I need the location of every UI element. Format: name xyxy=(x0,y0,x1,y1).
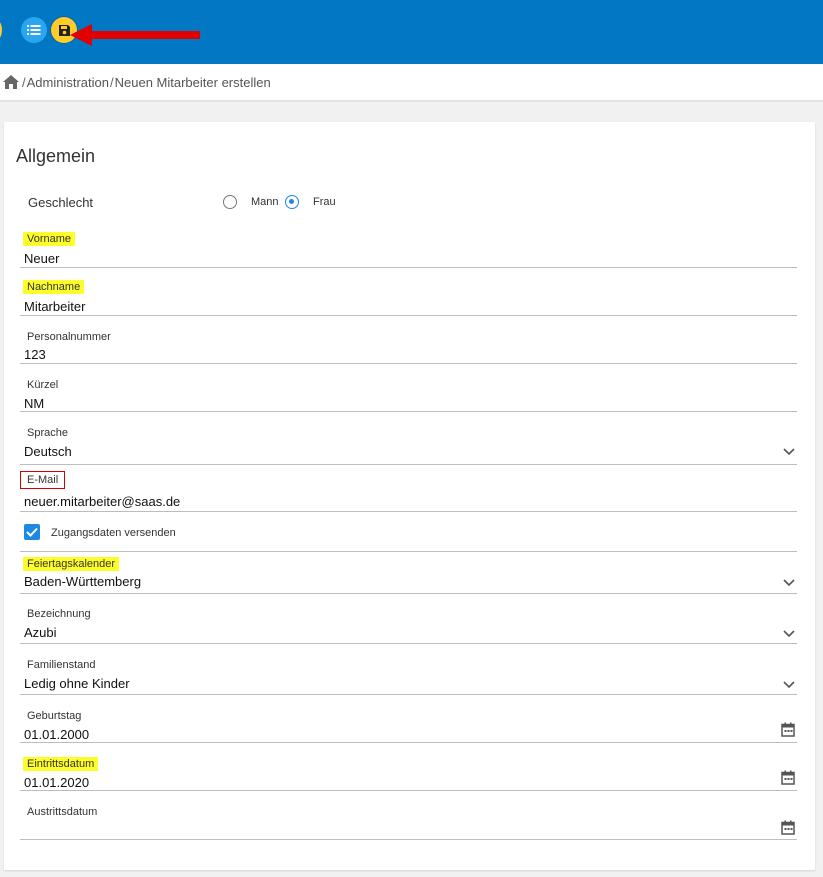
employee-form-card: Allgemein Geschlecht Mann Frau Vorname N… xyxy=(4,122,815,870)
austrittsdatum-label: Austrittsdatum xyxy=(27,806,98,818)
email-field[interactable]: E-Mail neuer.mitarbeiter@saas.de xyxy=(20,471,797,512)
nachname-value[interactable]: Mitarbeiter xyxy=(24,299,85,314)
eintrittsdatum-label: Eintrittsdatum xyxy=(23,757,99,771)
bezeichnung-value[interactable]: Azubi xyxy=(24,625,57,640)
familienstand-select[interactable]: Familienstand Ledig ohne Kinder xyxy=(20,657,797,695)
geburtstag-field[interactable]: Geburtstag 01.01.2000 xyxy=(20,708,797,743)
breadcrumb-administration[interactable]: Administration xyxy=(27,75,109,90)
zugangsdaten-checkbox[interactable] xyxy=(24,524,40,540)
personalnummer-label: Personalnummer xyxy=(27,331,111,343)
feiertagskalender-value[interactable]: Baden-Württemberg xyxy=(24,574,141,589)
chevron-down-icon[interactable] xyxy=(783,681,795,689)
eintrittsdatum-field[interactable]: Eintrittsdatum 01.01.2020 xyxy=(20,755,797,791)
section-title: Allgemein xyxy=(16,146,96,166)
chevron-down-icon[interactable] xyxy=(783,579,795,587)
breadcrumb-separator: / xyxy=(110,74,114,90)
familienstand-value[interactable]: Ledig ohne Kinder xyxy=(24,676,130,691)
calendar-icon[interactable] xyxy=(781,770,795,785)
zugangsdaten-label[interactable]: Zugangsdaten versenden xyxy=(51,527,176,539)
nachname-label: Nachname xyxy=(23,280,85,294)
sprache-value[interactable]: Deutsch xyxy=(24,444,72,459)
radio-mann-label[interactable]: Mann xyxy=(251,196,279,208)
feiertagskalender-select[interactable]: Feiertagskalender Baden-Württemberg xyxy=(20,555,797,594)
sprache-select[interactable]: Sprache Deutsch xyxy=(20,425,797,465)
breadcrumb-separator: / xyxy=(22,74,26,90)
breadcrumb: / Administration / Neuen Mitarbeiter ers… xyxy=(0,64,823,102)
personalnummer-field[interactable]: Personalnummer 123 xyxy=(20,329,797,364)
bezeichnung-select[interactable]: Bezeichnung Azubi xyxy=(20,607,797,644)
kuerzel-label: Kürzel xyxy=(27,379,59,391)
radio-frau[interactable] xyxy=(285,195,299,209)
checkmark-icon xyxy=(26,527,38,537)
calendar-icon[interactable] xyxy=(781,722,795,737)
familienstand-label: Familienstand xyxy=(27,659,96,671)
gender-label: Geschlecht xyxy=(28,195,94,210)
kuerzel-field[interactable]: Kürzel NM xyxy=(20,377,797,412)
nachname-field[interactable]: Nachname Mitarbeiter xyxy=(20,278,797,316)
vorname-value[interactable]: Neuer xyxy=(24,251,59,266)
austrittsdatum-field[interactable]: Austrittsdatum xyxy=(20,805,797,840)
partial-button[interactable] xyxy=(0,19,2,41)
gender-row: Geschlecht Mann Frau xyxy=(28,195,788,215)
personalnummer-value[interactable]: 123 xyxy=(24,347,46,362)
radio-frau-label[interactable]: Frau xyxy=(313,196,336,208)
chevron-down-icon[interactable] xyxy=(783,630,795,638)
kuerzel-value[interactable]: NM xyxy=(24,396,44,411)
vorname-field[interactable]: Vorname Neuer xyxy=(20,230,797,268)
eintrittsdatum-value[interactable]: 01.01.2020 xyxy=(24,775,89,790)
breadcrumb-current: Neuen Mitarbeiter erstellen xyxy=(114,74,271,90)
home-icon xyxy=(3,75,19,89)
top-toolbar xyxy=(0,0,823,64)
calendar-icon[interactable] xyxy=(781,820,795,835)
chevron-down-icon[interactable] xyxy=(783,448,795,456)
bezeichnung-label: Bezeichnung xyxy=(27,608,91,620)
email-value[interactable]: neuer.mitarbeiter@saas.de xyxy=(24,494,180,509)
feiertagskalender-label: Feiertagskalender xyxy=(23,557,120,571)
radio-mann[interactable] xyxy=(223,195,237,209)
geburtstag-value[interactable]: 01.01.2000 xyxy=(24,727,89,742)
breadcrumb-home[interactable] xyxy=(3,75,19,89)
sprache-label: Sprache xyxy=(27,427,68,439)
email-label: E-Mail xyxy=(20,471,66,489)
annotation-arrow xyxy=(70,24,200,46)
zugangsdaten-row: Zugangsdaten versenden xyxy=(20,523,797,552)
geburtstag-label: Geburtstag xyxy=(27,710,82,722)
list-button[interactable] xyxy=(21,17,47,43)
list-icon xyxy=(27,25,41,35)
vorname-label: Vorname xyxy=(23,232,76,246)
